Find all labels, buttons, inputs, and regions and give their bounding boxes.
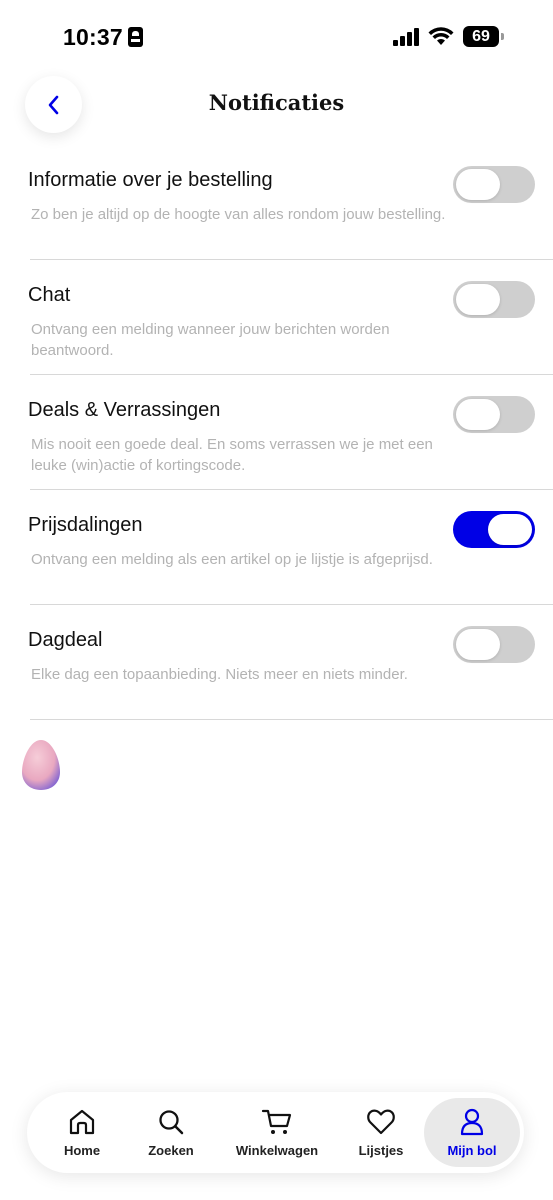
nav-my-bol[interactable]: Mijn bol	[424, 1098, 520, 1167]
status-time: 10:37	[63, 24, 123, 50]
nav-label: Winkelwagen	[235, 1143, 319, 1158]
home-icon	[69, 1109, 95, 1135]
order-info-toggle[interactable]	[453, 166, 535, 203]
setting-row-order-info: Informatie over je bestelling Zo ben je …	[28, 145, 553, 260]
nav-label: Home	[63, 1143, 101, 1158]
price-drops-toggle[interactable]	[453, 511, 535, 548]
nav-label: Lijstjes	[358, 1143, 404, 1158]
easter-egg-icon[interactable]	[21, 739, 61, 791]
setting-description: Elke dag een topaanbieding. Niets meer e…	[31, 666, 408, 683]
page-title: Notificaties	[208, 90, 345, 115]
setting-description: Ontvang een melding als een artikel op j…	[31, 551, 433, 568]
setting-title: Informatie over je bestelling	[28, 169, 273, 191]
setting-row-deals: Deals & Verrassingen Mis nooit een goede…	[28, 375, 553, 490]
wifi-icon	[428, 27, 454, 45]
nav-label: Zoeken	[148, 1143, 194, 1158]
search-icon	[159, 1110, 184, 1135]
nav-cart[interactable]: Winkelwagen	[227, 1092, 327, 1173]
setting-title: Chat	[28, 284, 71, 306]
toggle-knob	[456, 284, 500, 315]
setting-description: Zo ben je altijd op de hoogte van alles …	[31, 206, 446, 223]
status-bar: 10:37 69	[0, 0, 553, 74]
setting-title: Dagdeal	[28, 629, 103, 651]
cellular-signal-icon	[393, 28, 421, 46]
battery-cap	[501, 33, 504, 40]
toggle-knob	[456, 629, 500, 660]
dagdeal-toggle[interactable]	[453, 626, 535, 663]
setting-title: Prijsdalingen	[28, 514, 143, 536]
cart-icon	[261, 1109, 292, 1134]
toggle-knob	[456, 399, 500, 430]
nav-search[interactable]: Zoeken	[131, 1092, 211, 1173]
id-card-icon	[128, 27, 143, 47]
deals-toggle[interactable]	[453, 396, 535, 433]
setting-description: Mis nooit een goede deal. En soms verras…	[31, 436, 433, 474]
nav-label: Mijn bol	[447, 1143, 497, 1158]
notification-settings-list: Informatie over je bestelling Zo ben je …	[0, 145, 553, 720]
chat-toggle[interactable]	[453, 281, 535, 318]
toggle-knob	[488, 514, 532, 545]
setting-row-chat: Chat Ontvang een melding wanneer jouw be…	[28, 260, 553, 375]
nav-home[interactable]: Home	[42, 1092, 122, 1173]
setting-title: Deals & Verrassingen	[28, 399, 221, 421]
toggle-knob	[456, 169, 500, 200]
setting-description: Ontvang een melding wanneer jouw bericht…	[31, 321, 390, 359]
battery-icon: 69	[463, 26, 499, 47]
user-icon	[460, 1108, 484, 1136]
heart-icon	[367, 1109, 395, 1135]
setting-row-price-drops: Prijsdalingen Ontvang een melding als ee…	[28, 490, 553, 605]
setting-row-dagdeal: Dagdeal Elke dag een topaanbieding. Niet…	[28, 605, 553, 720]
nav-lists[interactable]: Lijstjes	[341, 1092, 421, 1173]
bottom-navigation: Home Zoeken Winkelwagen Lijstjes Mijn bo…	[27, 1092, 524, 1173]
